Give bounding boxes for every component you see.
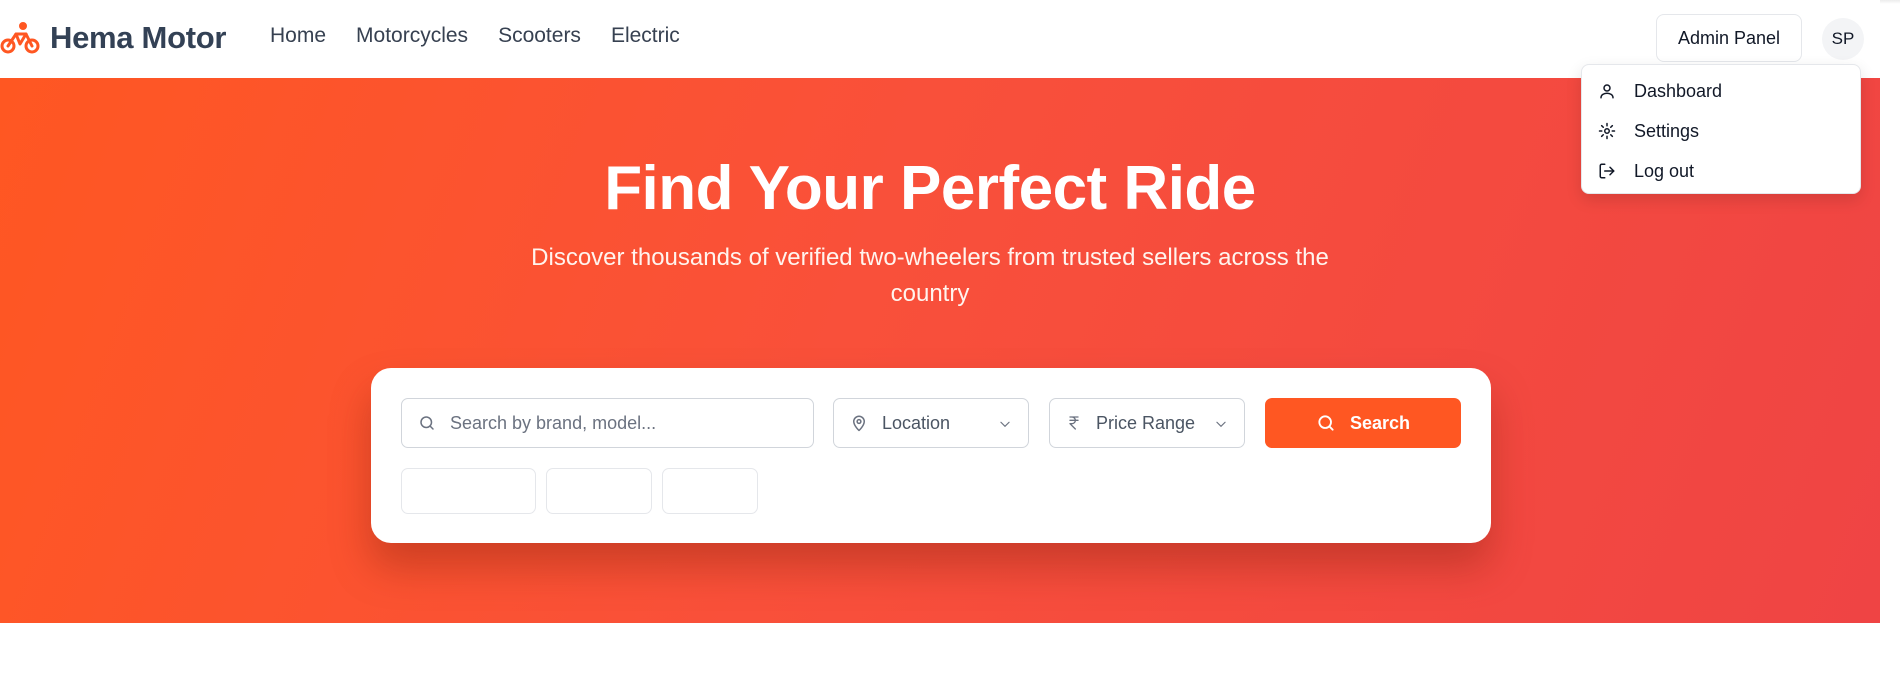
map-pin-icon — [850, 413, 868, 433]
motorbike-icon — [0, 22, 40, 54]
brand-name: Hema Motor — [50, 20, 227, 55]
location-select[interactable]: Location — [833, 398, 1029, 448]
search-button[interactable]: Search — [1265, 398, 1461, 448]
logout-icon — [1598, 162, 1616, 180]
menu-item-label: Log out — [1634, 160, 1695, 181]
user-avatar[interactable]: SP — [1822, 18, 1864, 60]
user-dropdown-menu: Dashboard Settings Log out — [1581, 64, 1861, 194]
nav-electric[interactable]: Electric — [611, 24, 680, 48]
quick-filter-chip[interactable] — [401, 468, 536, 514]
quick-filter-chip[interactable] — [546, 468, 652, 514]
price-range-value: Price Range — [1096, 412, 1196, 433]
brand-logo-link[interactable]: Hema Motor — [0, 16, 226, 60]
nav-motorcycles[interactable]: Motorcycles — [356, 24, 468, 48]
search-input[interactable]: Search by brand, model... — [401, 398, 814, 448]
nav-scooters[interactable]: Scooters — [498, 24, 581, 48]
chevron-down-icon — [998, 417, 1012, 431]
rupee-icon — [1066, 414, 1082, 432]
search-card: Search by brand, model... Location Price… — [371, 368, 1491, 543]
gear-icon — [1598, 122, 1616, 140]
search-button-label: Search — [1349, 412, 1411, 433]
chevron-down-icon — [1214, 417, 1228, 431]
menu-item-logout[interactable]: Log out — [1582, 151, 1860, 191]
menu-item-label: Settings — [1634, 120, 1700, 141]
hero-subtitle: Discover thousands of verified two-wheel… — [531, 244, 1329, 307]
main-nav: Home Motorcycles Scooters Electric — [270, 24, 680, 48]
user-icon — [1598, 82, 1616, 100]
menu-item-label: Dashboard — [1634, 80, 1723, 101]
price-range-select[interactable]: Price Range — [1049, 398, 1245, 448]
search-icon — [1318, 415, 1334, 431]
nav-home[interactable]: Home — [270, 24, 326, 48]
admin-panel-button[interactable]: Admin Panel — [1656, 14, 1802, 62]
location-value: Location — [882, 412, 951, 433]
quick-filter-chip[interactable] — [662, 468, 758, 514]
menu-item-settings[interactable]: Settings — [1582, 111, 1860, 151]
search-icon — [418, 414, 436, 432]
menu-item-dashboard[interactable]: Dashboard — [1582, 71, 1860, 111]
search-placeholder: Search by brand, model... — [450, 412, 657, 433]
